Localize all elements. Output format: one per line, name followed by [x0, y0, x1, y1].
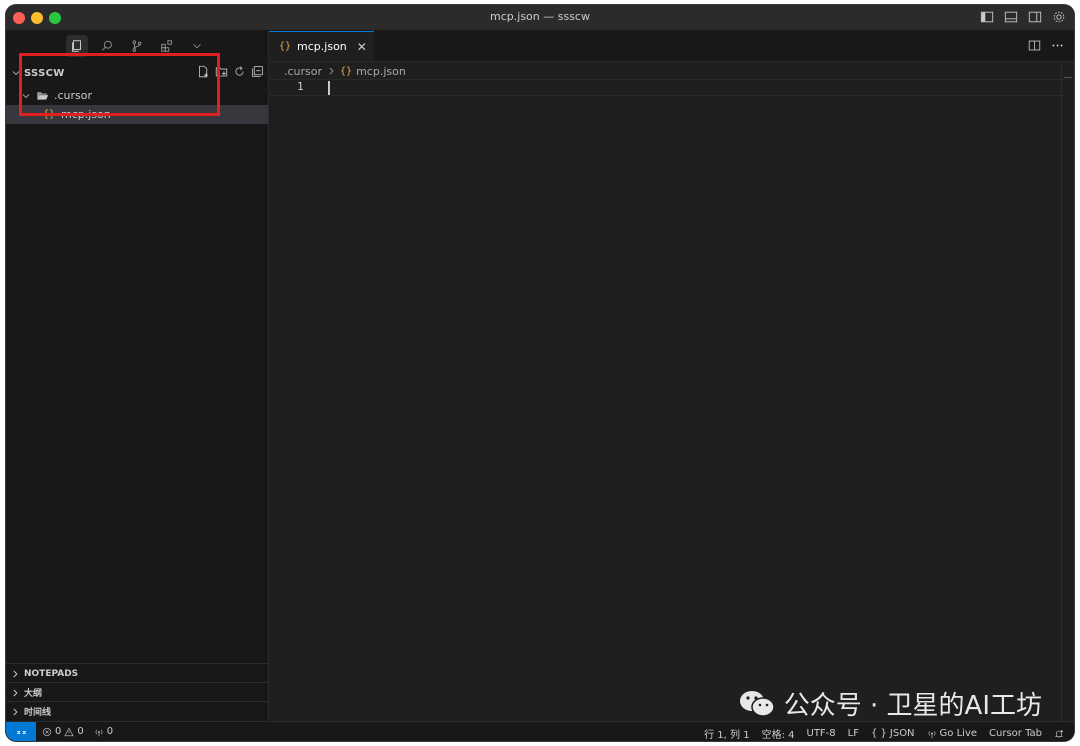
text-cursor: [328, 81, 330, 95]
settings-gear-icon[interactable]: [1050, 8, 1068, 26]
chevron-right-icon: [13, 708, 18, 715]
status-bar: 0 0 0 行 1, 列 1 空格: 4 UTF-8 LF { } JSON G…: [6, 721, 1074, 741]
remote-indicator-button[interactable]: [6, 722, 36, 741]
refresh-icon[interactable]: [233, 65, 246, 78]
go-live-label: Go Live: [939, 728, 978, 739]
indentation[interactable]: 空格: 4: [762, 726, 795, 741]
watermark: 公众号 · 卫星的AI工坊: [738, 685, 1042, 722]
remote-icon: [16, 730, 26, 734]
panel-timeline[interactable]: 时间线: [6, 701, 268, 721]
line-number: 1: [297, 80, 304, 93]
app-window: mcp.json — ssscw SSSCW .cursor {} mcp.js…: [6, 5, 1074, 741]
error-count: 0: [55, 726, 62, 737]
tab-label: mcp.json: [297, 40, 347, 53]
panel-outline-label: 大纲: [24, 689, 43, 699]
collapse-all-icon[interactable]: [251, 65, 264, 78]
watermark-text: 公众号 · 卫星的AI工坊: [783, 691, 1042, 721]
error-icon: [42, 727, 52, 736]
panel-timeline-label: 时间线: [24, 708, 52, 718]
language-mode[interactable]: { } JSON: [871, 728, 915, 739]
panel-notepads-label: NOTEPADS: [24, 668, 79, 679]
braces-icon: { }: [870, 728, 887, 739]
panel-notepads[interactable]: NOTEPADS: [6, 663, 268, 683]
split-editor-icon[interactable]: [1028, 39, 1041, 52]
close-icon[interactable]: ✕: [357, 40, 367, 54]
current-line-highlight: [269, 79, 1064, 96]
breadcrumb-folder[interactable]: .cursor: [284, 65, 322, 78]
notifications-bell[interactable]: [1054, 729, 1064, 739]
cursor-tab-button[interactable]: Cursor Tab: [989, 728, 1042, 739]
sidebar: SSSCW .cursor {} mcp.json NOTEPADS 大纲 时间…: [6, 31, 269, 721]
language-label: JSON: [889, 728, 915, 739]
breadcrumb: .cursor {} mcp.json: [284, 63, 406, 79]
tab-mcp-json[interactable]: {} mcp.json ✕: [269, 31, 374, 61]
go-live-button[interactable]: Go Live: [927, 728, 977, 739]
editor-scrollbar[interactable]: [1061, 61, 1074, 721]
ports-count: 0: [106, 726, 114, 737]
breadcrumb-file[interactable]: mcp.json: [356, 65, 406, 78]
wechat-logo-icon: [739, 690, 775, 717]
problems-indicator[interactable]: 0 0: [42, 726, 84, 737]
toggle-sidebar-icon[interactable]: [978, 8, 996, 26]
json-file-icon: {}: [340, 65, 353, 77]
encoding[interactable]: UTF-8: [807, 728, 836, 739]
toggle-secondary-sidebar-icon[interactable]: [1026, 8, 1044, 26]
panel-outline[interactable]: 大纲: [6, 682, 268, 702]
editor-tab-bar: {} mcp.json ✕: [269, 31, 1074, 62]
bell-icon: [1055, 729, 1063, 738]
chevron-right-icon: [13, 689, 18, 696]
cursor-position[interactable]: 行 1, 列 1: [704, 726, 749, 741]
chevron-right-icon: [13, 670, 18, 677]
more-actions-icon[interactable]: [1051, 39, 1064, 52]
json-file-icon: {}: [279, 41, 292, 52]
highlight-annotation-box: [19, 53, 220, 116]
toggle-panel-icon[interactable]: [1002, 8, 1020, 26]
title-bar: mcp.json — ssscw: [6, 5, 1074, 31]
warning-count: 0: [77, 726, 84, 737]
chevron-right-icon: [329, 67, 334, 75]
scrollbar-marker: [1064, 77, 1072, 78]
window-title: mcp.json — ssscw: [490, 10, 590, 23]
warning-icon: [64, 727, 74, 736]
broadcast-icon: [928, 730, 935, 738]
end-of-line[interactable]: LF: [848, 728, 859, 739]
broadcast-icon: [95, 729, 103, 736]
ports-indicator[interactable]: 0: [94, 726, 113, 737]
